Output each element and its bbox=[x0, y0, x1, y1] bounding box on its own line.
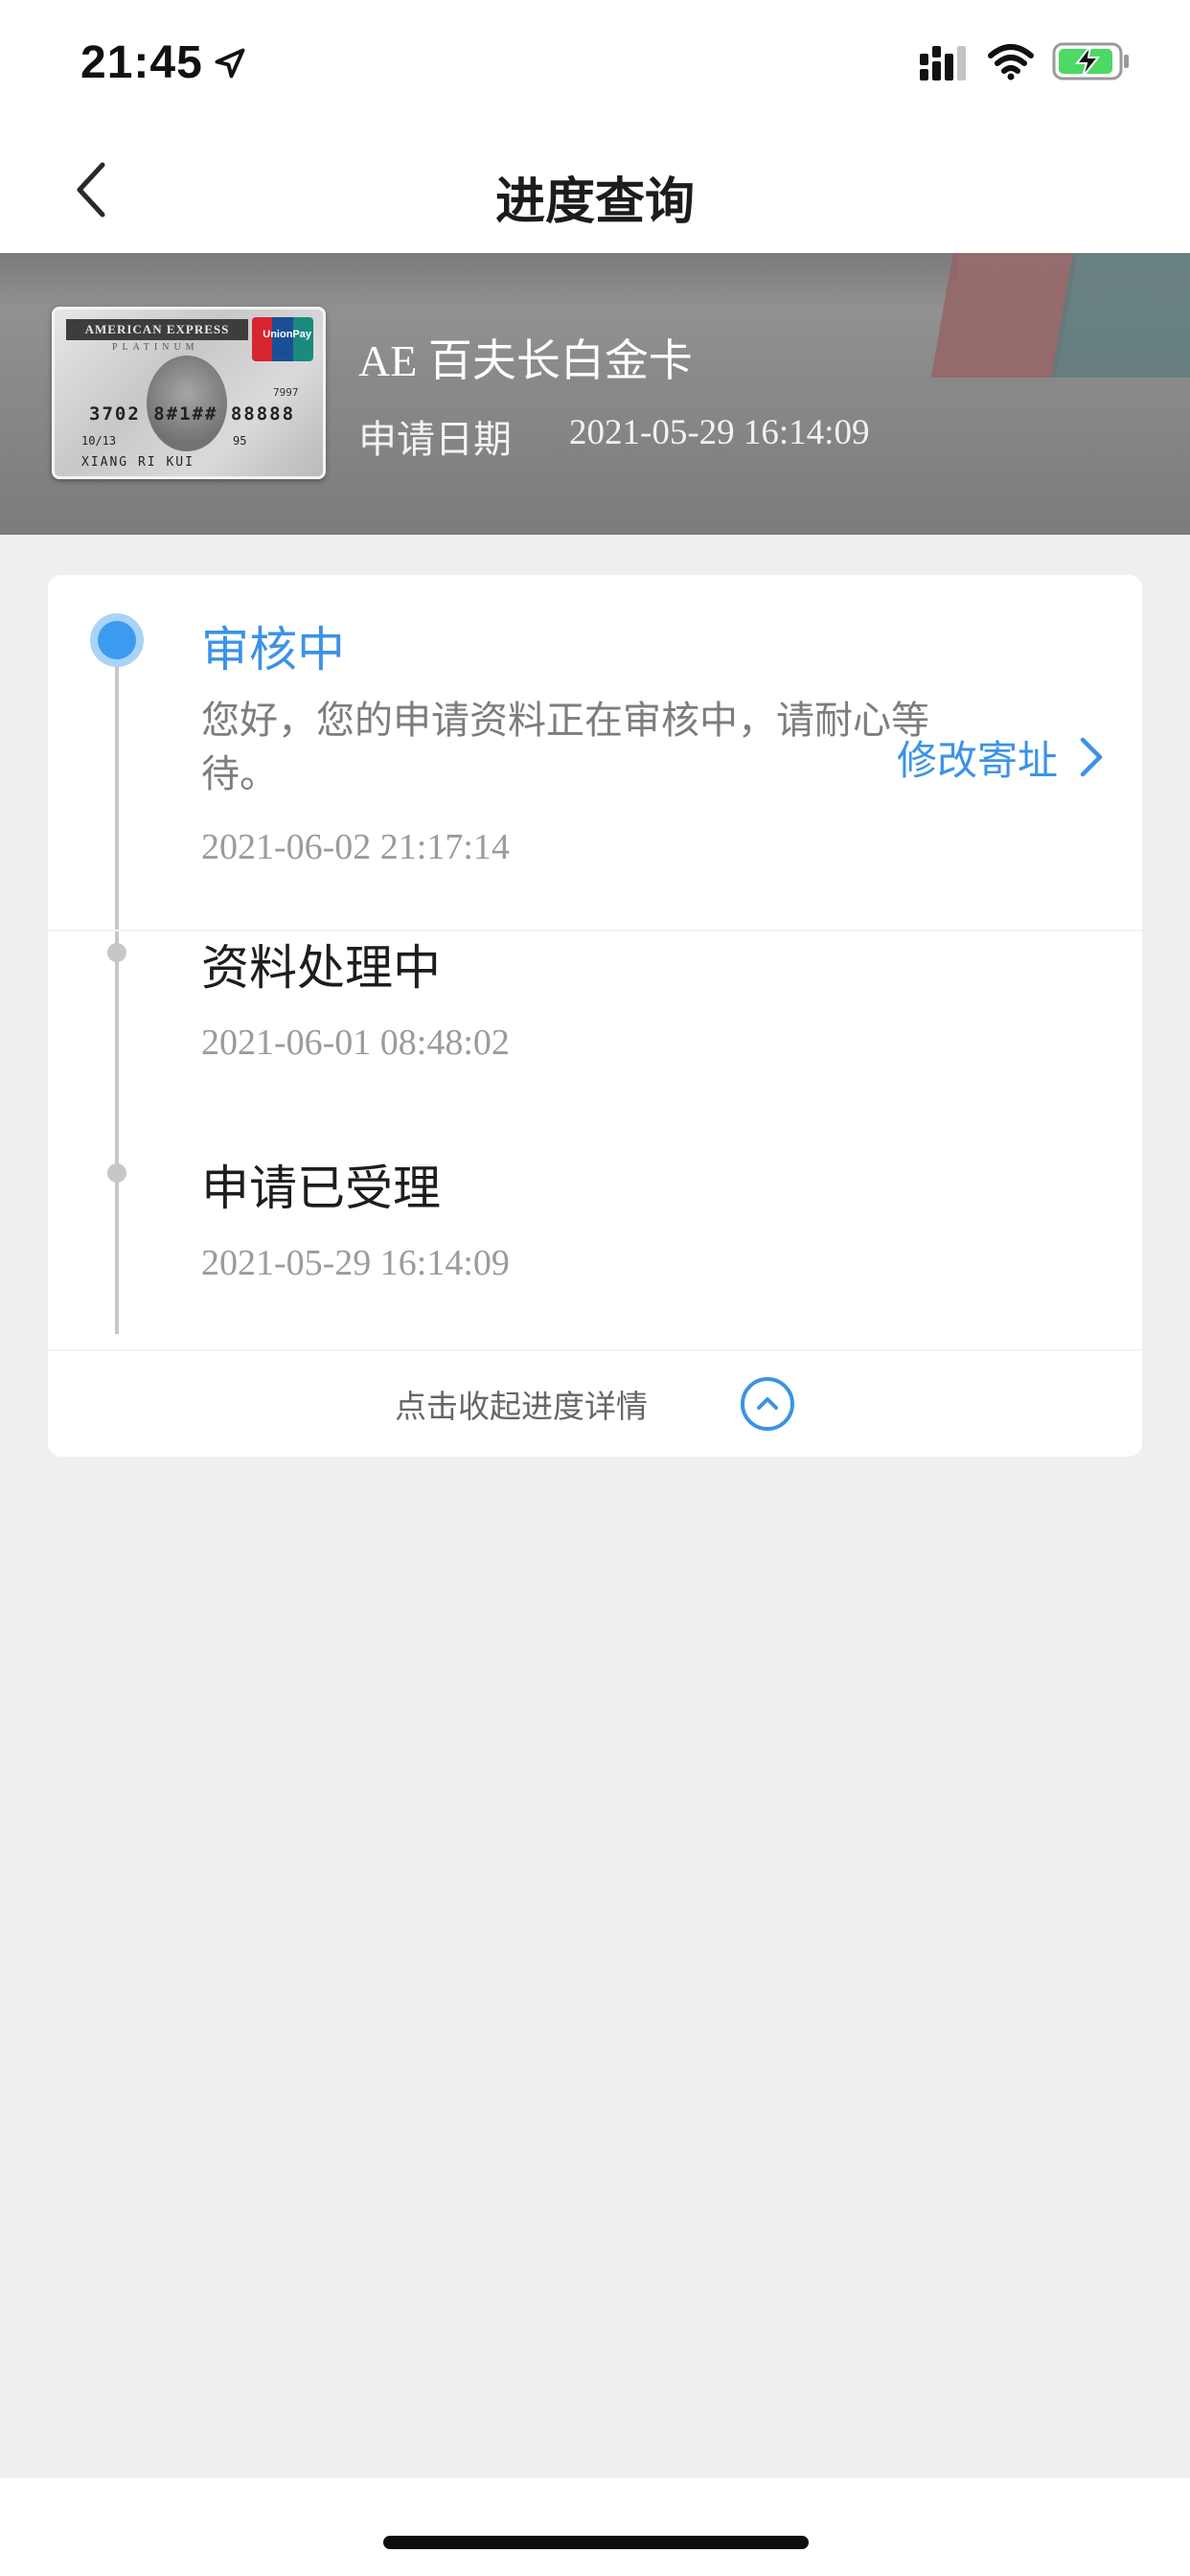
card-product-title: 百夫长白金卡 bbox=[427, 334, 693, 386]
card-expiry: 10/13 bbox=[81, 434, 117, 448]
chevron-up-circle-icon bbox=[741, 1377, 794, 1431]
apply-date-label: 申请日期 bbox=[358, 418, 512, 462]
battery-charging-icon bbox=[1052, 42, 1129, 80]
card-tier-text: PLATINUM bbox=[112, 342, 199, 353]
timeline-dot bbox=[107, 943, 126, 962]
card-cvv: 95 bbox=[233, 434, 247, 448]
card-number: 3702 8#1## 88888 bbox=[89, 403, 296, 425]
modify-address-button[interactable]: 修改寄址 bbox=[897, 728, 1104, 786]
location-arrow-icon bbox=[215, 48, 245, 79]
card-banner: AMERICAN EXPRESS PLATINUM UnionPay 7997 … bbox=[0, 253, 1190, 535]
step-time: 2021-06-01 08:48:02 bbox=[201, 1023, 510, 1063]
step-time: 2021-06-02 21:17:14 bbox=[201, 827, 510, 867]
step-title-reviewing: 审核中 bbox=[201, 622, 345, 678]
apply-date-value: 2021-05-29 16:14:09 bbox=[569, 413, 870, 452]
progress-card: 审核中 您好，您的申请资料正在审核中，请耐心等待。 2021-06-02 21:… bbox=[48, 575, 1142, 1457]
chevron-right-icon bbox=[1080, 737, 1103, 777]
step-time: 2021-05-29 16:14:09 bbox=[201, 1243, 510, 1283]
step-description: 您好，您的申请资料正在审核中，请耐心等待。 bbox=[201, 699, 929, 796]
card-code: 7997 bbox=[273, 386, 299, 399]
card-product-prefix: AE bbox=[358, 336, 428, 385]
card-brand-text: AMERICAN EXPRESS bbox=[66, 319, 248, 340]
collapse-details-button[interactable]: 点击收起进度详情 bbox=[48, 1351, 1142, 1457]
modify-address-label: 修改寄址 bbox=[897, 736, 1059, 784]
card-image: AMERICAN EXPRESS PLATINUM UnionPay 7997 … bbox=[52, 307, 326, 479]
cellular-signal-icon bbox=[920, 46, 966, 80]
timeline-dot bbox=[107, 1163, 126, 1183]
home-indicator[interactable] bbox=[383, 2536, 809, 2549]
navigation-bar: 进度查询 bbox=[0, 125, 1190, 253]
page-title: 进度查询 bbox=[494, 173, 695, 231]
collapse-details-label: 点击收起进度详情 bbox=[395, 1388, 648, 1425]
step-title-processing: 资料处理中 bbox=[201, 940, 441, 996]
card-holder-name: XIANG RI KUI bbox=[81, 455, 195, 470]
status-bar: 21:45 bbox=[0, 0, 1190, 125]
wifi-icon bbox=[988, 44, 1034, 80]
status-time: 21:45 bbox=[80, 37, 203, 88]
bottom-safe-area bbox=[0, 2478, 1190, 2576]
unionpay-logo-text: UnionPay bbox=[263, 329, 311, 340]
timeline-line bbox=[115, 642, 119, 1334]
card-product-name: AE 百夫长白金卡 bbox=[358, 326, 693, 389]
step-title-accepted: 申请已受理 bbox=[201, 1161, 441, 1216]
timeline-dot-current bbox=[90, 613, 144, 667]
